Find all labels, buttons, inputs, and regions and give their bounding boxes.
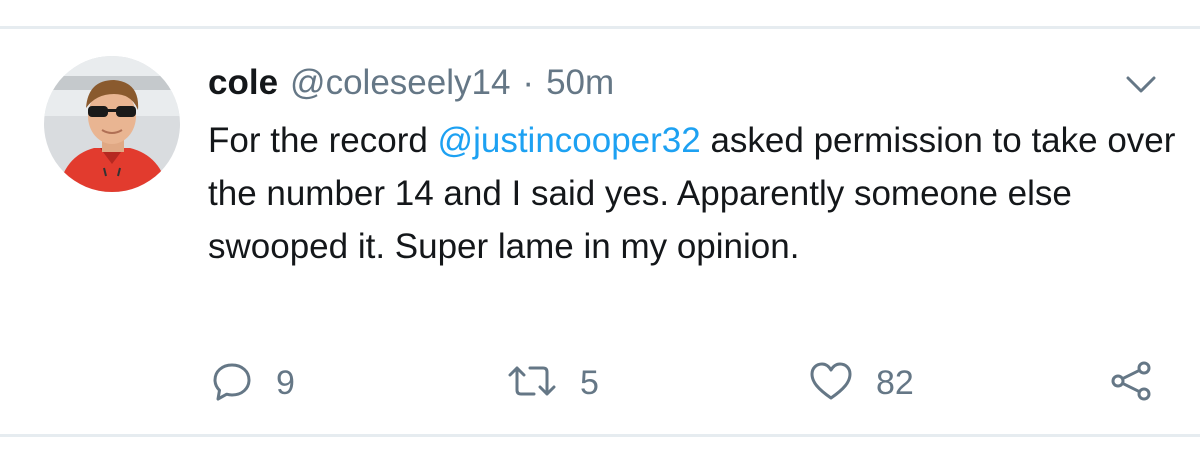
heart-icon	[808, 359, 854, 408]
tweet-text: For the record @justincooper32 asked per…	[208, 114, 1178, 273]
action-bar: 9 5 82	[0, 355, 1200, 411]
share-icon	[1108, 359, 1154, 408]
like-count: 82	[876, 363, 914, 402]
tweet-timestamp[interactable]: 50m	[546, 63, 614, 103]
avatar[interactable]	[44, 56, 180, 192]
author-name[interactable]: cole	[208, 63, 278, 103]
chevron-down-icon[interactable]	[1124, 72, 1158, 98]
reply-icon	[210, 359, 254, 408]
tweet-screen: cole @coleseely14 · 50m For the record @…	[0, 0, 1200, 461]
retweet-button[interactable]: 5	[506, 355, 599, 411]
top-divider	[0, 26, 1200, 29]
author-handle[interactable]: @coleseely14	[290, 63, 510, 103]
mention-link[interactable]: @justincooper32	[438, 121, 701, 160]
retweet-icon	[506, 359, 558, 408]
tweet-text-start: For the record	[208, 121, 438, 160]
bottom-divider	[0, 434, 1200, 437]
retweet-count: 5	[580, 363, 599, 402]
like-button[interactable]: 82	[808, 355, 914, 411]
tweet-header: cole @coleseely14 · 50m	[208, 60, 614, 106]
reply-button[interactable]: 9	[210, 355, 295, 411]
reply-count: 9	[276, 363, 295, 402]
header-separator: ·	[522, 63, 535, 102]
share-button[interactable]	[1108, 355, 1154, 411]
